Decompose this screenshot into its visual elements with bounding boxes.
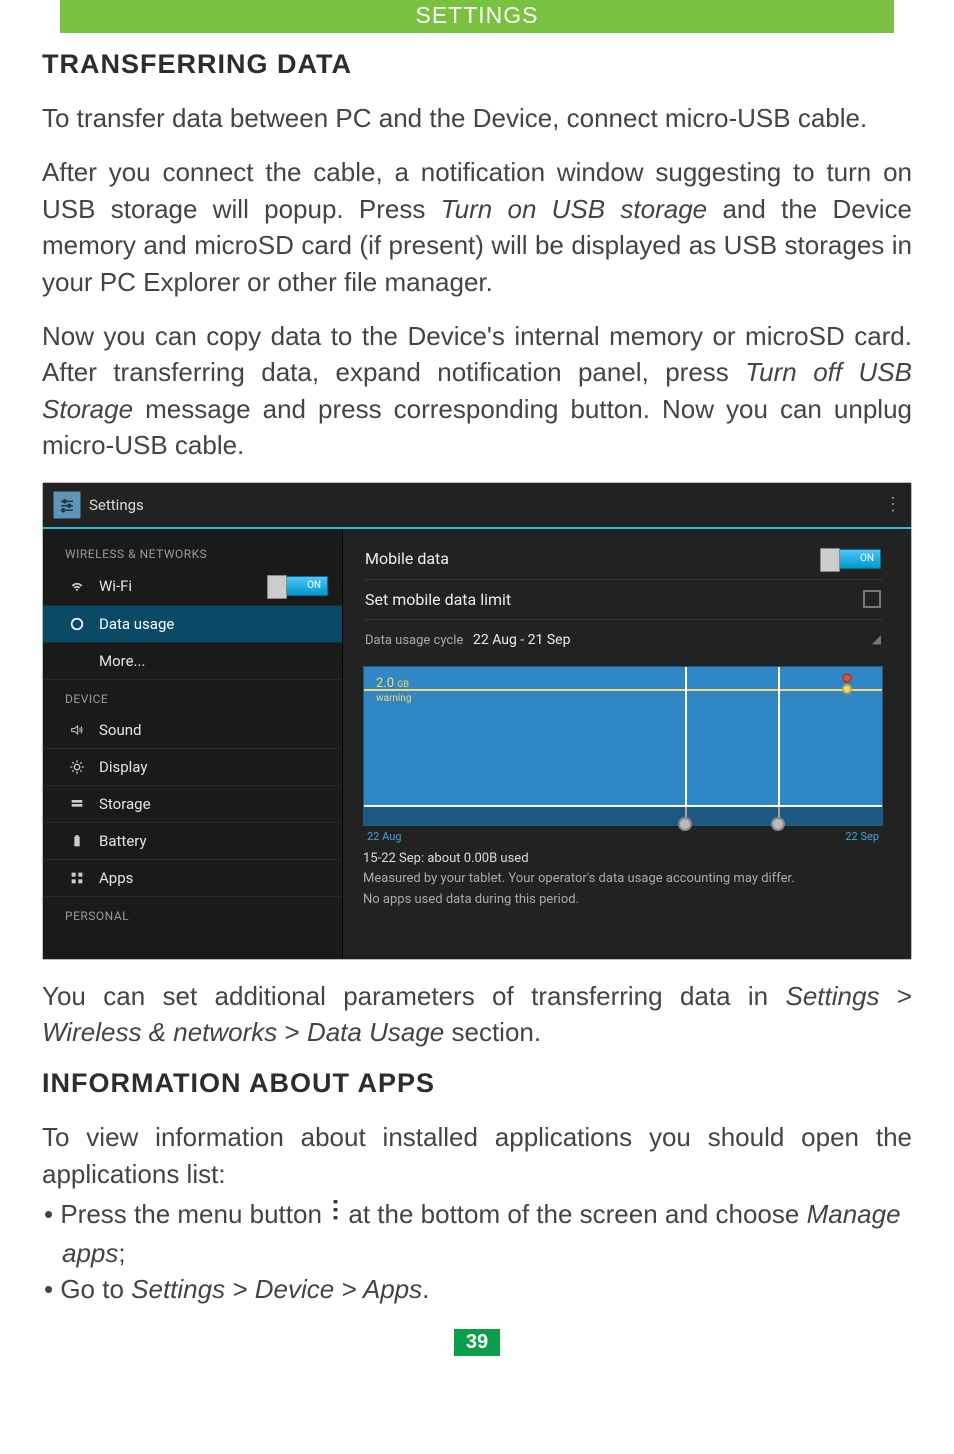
sidebar-item-more[interactable]: More...	[43, 643, 342, 680]
sidebar-item-label: Sound	[99, 721, 141, 739]
axis-start: 22 Aug	[367, 830, 401, 843]
range-handle-end[interactable]	[771, 817, 785, 831]
storage-icon	[69, 796, 85, 812]
warning-value: 2.0	[376, 676, 394, 691]
display-icon	[69, 759, 85, 775]
paragraph: You can set additional parameters of tra…	[42, 978, 912, 1051]
usage-range: 15-22 Sep: about 0.00B used	[363, 849, 883, 870]
sidebar-item-label: Display	[99, 758, 147, 776]
wifi-icon	[69, 578, 85, 594]
sidebar-item-label: Storage	[99, 795, 151, 813]
paragraph: Now you can copy data to the Device's in…	[42, 318, 912, 464]
cycle-value: 22 Aug - 21 Sep	[473, 632, 570, 648]
cycle-label: Data usage cycle	[365, 633, 463, 648]
page-header: SETTINGS	[60, 0, 894, 33]
paragraph: After you connect the cable, a notificat…	[42, 154, 912, 300]
row-label: Set mobile data limit	[365, 590, 511, 609]
wifi-toggle[interactable]: ON	[268, 576, 328, 596]
emphasis: Settings	[786, 981, 880, 1011]
emphasis: Wireless & networks	[42, 1017, 277, 1047]
sidebar-item-label: More...	[99, 652, 145, 670]
titlebar: Settings ⋮	[43, 483, 911, 529]
heading-transferring-data: TRANSFERRING DATA	[42, 49, 912, 80]
range-line-end	[778, 667, 780, 825]
category-personal: PERSONAL	[43, 897, 342, 929]
checkbox-unchecked[interactable]	[863, 590, 881, 608]
warning-unit: GB	[397, 680, 409, 690]
menu-dots-icon: ⋯	[318, 1216, 352, 1220]
overflow-menu-icon[interactable]: ⋮	[884, 494, 901, 515]
category-device: DEVICE	[43, 680, 342, 712]
battery-icon	[69, 833, 85, 849]
data-usage-chart[interactable]: 2.0 GB warning	[363, 666, 883, 826]
sidebar-item-sound[interactable]: Sound	[43, 712, 342, 749]
usage-summary: 15-22 Sep: about 0.00B used Measured by …	[363, 849, 883, 911]
sidebar-item-label: Wi-Fi	[99, 577, 132, 595]
range-handle-start[interactable]	[678, 817, 692, 831]
range-line-start	[685, 667, 687, 825]
axis-end: 22 Sep	[845, 830, 879, 843]
detail-pane: Mobile data ON Set mobile data limit Dat…	[343, 529, 911, 959]
bullet-list: • Press the menu button ⋯ at the bottom …	[62, 1196, 912, 1307]
sidebar-item-label: Data usage	[99, 615, 174, 633]
emphasis: Settings > Device > Apps	[131, 1274, 422, 1304]
sidebar-item-battery[interactable]: Battery	[43, 823, 342, 860]
text: .	[422, 1274, 429, 1304]
category-wireless: WIRELESS & NETWORKS	[43, 535, 342, 567]
list-item: • Go to Settings > Device > Apps.	[62, 1271, 912, 1307]
text: at the bottom of the screen and choose	[348, 1199, 806, 1229]
sound-icon	[69, 722, 85, 738]
sidebar-item-apps[interactable]: Apps	[43, 860, 342, 897]
page-number: 39	[454, 1329, 500, 1356]
settings-screenshot: Settings ⋮ WIRELESS & NETWORKS Wi-Fi ON	[42, 482, 912, 960]
text: section.	[451, 1017, 541, 1047]
row-cycle[interactable]: Data usage cycle 22 Aug - 21 Sep ◢	[363, 620, 883, 658]
sidebar-item-wifi[interactable]: Wi-Fi ON	[43, 567, 342, 606]
text: ;	[118, 1238, 125, 1268]
text: • Press the menu button	[44, 1199, 329, 1229]
emphasis: Data Usage	[307, 1017, 444, 1047]
blank-icon	[69, 653, 85, 669]
titlebar-title: Settings	[89, 496, 144, 514]
dropdown-icon[interactable]: ◢	[872, 632, 881, 646]
text: >	[285, 1017, 307, 1047]
text: You can set additional parameters of tra…	[42, 981, 786, 1011]
page-header-title: SETTINGS	[415, 2, 538, 28]
list-item: • Press the menu button ⋯ at the bottom …	[62, 1196, 912, 1271]
toggle-label: ON	[307, 580, 321, 591]
warning-handle[interactable]	[842, 684, 852, 694]
paragraph: To transfer data between PC and the Devi…	[42, 100, 912, 136]
chart-axis: 22 Aug 22 Sep	[367, 830, 879, 843]
row-set-limit[interactable]: Set mobile data limit	[363, 580, 883, 620]
limit-handle[interactable]	[842, 673, 852, 683]
heading-information-apps: INFORMATION ABOUT APPS	[42, 1068, 912, 1099]
sidebar-item-display[interactable]: Display	[43, 749, 342, 786]
toggle-label: ON	[860, 553, 874, 564]
sidebar-item-label: Battery	[99, 832, 147, 850]
text: message and press corresponding button. …	[42, 394, 912, 460]
sidebar-item-label: Apps	[99, 869, 133, 887]
sidebar-item-data-usage[interactable]: Data usage	[43, 606, 342, 643]
usage-note: Measured by your tablet. Your operator's…	[363, 869, 883, 890]
apps-icon	[69, 870, 85, 886]
text: • Go to	[44, 1274, 131, 1304]
sidebar-item-storage[interactable]: Storage	[43, 786, 342, 823]
warning-line[interactable]	[364, 689, 882, 691]
row-mobile-data[interactable]: Mobile data ON	[363, 539, 883, 580]
mobile-data-toggle[interactable]: ON	[821, 549, 881, 569]
range-track	[364, 805, 882, 825]
text: >	[897, 981, 912, 1011]
settings-sidebar: WIRELESS & NETWORKS Wi-Fi ON	[43, 529, 343, 959]
paragraph: To view information about installed appl…	[42, 1119, 912, 1192]
usage-empty: No apps used data during this period.	[363, 890, 883, 911]
settings-icon	[53, 491, 81, 519]
data-usage-icon	[69, 616, 85, 632]
warning-text: warning	[376, 693, 411, 704]
emphasis: Turn on USB storage	[441, 194, 707, 224]
row-label: Mobile data	[365, 549, 449, 568]
warning-label: 2.0 GB warning	[376, 677, 411, 706]
